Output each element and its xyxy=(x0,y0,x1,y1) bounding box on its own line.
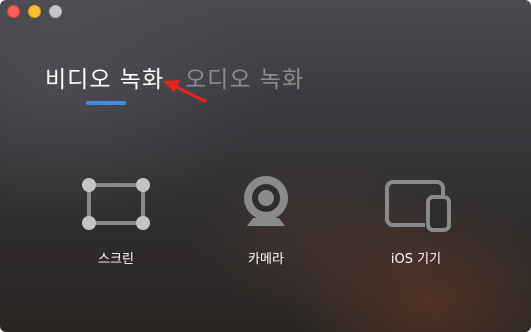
source-screen-label: 스크린 xyxy=(98,252,134,267)
minimize-button[interactable] xyxy=(28,5,41,18)
app-window: 비디오 녹화 오디오 녹화 스크린 카메라 iOS 기기 xyxy=(0,0,531,332)
ios-device-icon xyxy=(385,180,452,232)
source-screen-button[interactable]: 스크린 xyxy=(66,172,166,272)
source-ios-device-button[interactable]: iOS 기기 xyxy=(366,172,466,272)
tab-video-recording[interactable]: 비디오 녹화 xyxy=(45,60,164,94)
source-ios-device-label: iOS 기기 xyxy=(390,252,442,267)
close-button[interactable] xyxy=(7,5,20,18)
source-camera-label: 카메라 xyxy=(248,252,284,267)
annotation-arrow-icon xyxy=(163,80,207,103)
maximize-button[interactable] xyxy=(49,5,62,18)
webcam-icon xyxy=(244,176,288,226)
source-camera-button[interactable]: 카메라 xyxy=(216,172,316,272)
window-controls xyxy=(7,5,62,18)
screen-region-icon xyxy=(82,178,150,230)
active-tab-indicator xyxy=(86,101,126,105)
